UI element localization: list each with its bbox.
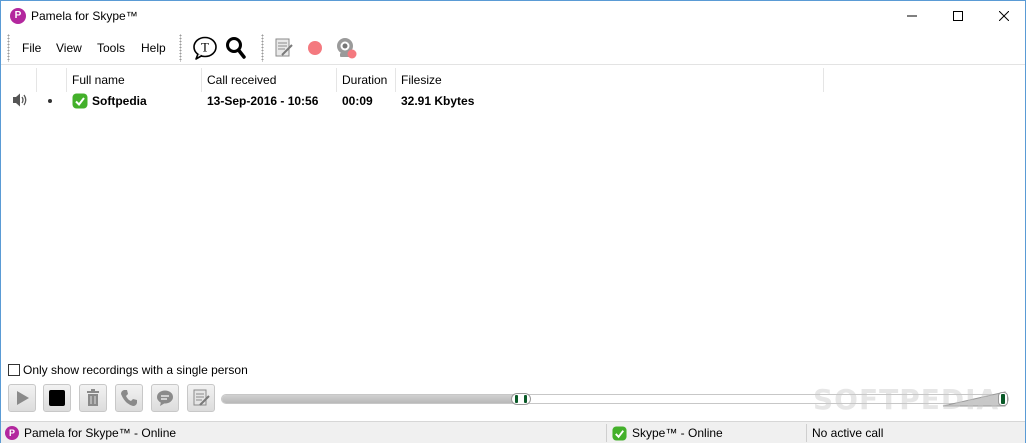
recordings-table: Full name Call received Duration Filesiz…	[1, 68, 1025, 358]
column-header-play[interactable]	[1, 68, 37, 92]
chat-icon	[157, 390, 173, 406]
stop-icon	[49, 390, 65, 406]
skype-online-icon	[612, 425, 627, 441]
column-header-full-name[interactable]: Full name	[67, 68, 202, 92]
notes-icon	[193, 389, 210, 406]
play-icon	[17, 391, 29, 405]
skype-status: Skype™ - Online	[612, 422, 723, 443]
close-button[interactable]	[981, 1, 1026, 31]
call-button[interactable]	[115, 384, 143, 412]
menu-file[interactable]: File	[22, 31, 41, 65]
webcam-record-icon[interactable]	[333, 36, 359, 60]
volume-handle[interactable]	[998, 392, 1008, 406]
phone-icon	[121, 390, 137, 406]
trash-icon	[87, 389, 99, 406]
playback-progress-fill	[222, 395, 521, 403]
toolbar-grip[interactable]	[261, 34, 264, 62]
delete-button[interactable]	[79, 384, 107, 412]
chat-button[interactable]	[151, 384, 179, 412]
playback-position-handle[interactable]	[511, 393, 531, 405]
menu-help[interactable]: Help	[141, 31, 166, 65]
table-header: Full name Call received Duration Filesiz…	[1, 68, 825, 92]
stop-button[interactable]	[43, 384, 71, 412]
column-header-duration[interactable]: Duration	[337, 68, 396, 92]
table-row[interactable]: Softpedia 13-Sep-2016 - 10:56 00:09 32.9…	[1, 92, 825, 110]
single-person-filter[interactable]: Only show recordings with a single perso…	[8, 363, 248, 377]
cell-full-name: Softpedia	[92, 94, 147, 108]
call-status-text: No active call	[812, 426, 884, 440]
close-icon	[999, 11, 1009, 21]
notes-button[interactable]	[187, 384, 215, 412]
app-window: P Pamela for Skype™ File View Tools Help…	[0, 0, 1026, 443]
svg-text:T: T	[201, 40, 209, 55]
single-person-checkbox[interactable]	[8, 364, 20, 376]
menu-view[interactable]: View	[56, 31, 82, 65]
title-bar: P Pamela for Skype™	[1, 1, 1025, 31]
maximize-button[interactable]	[935, 1, 981, 31]
cell-call-received: 13-Sep-2016 - 10:56	[207, 94, 319, 108]
bullet-icon	[47, 92, 53, 110]
search-icon[interactable]	[223, 36, 249, 60]
minimize-button[interactable]	[889, 1, 935, 31]
column-header-filesize[interactable]: Filesize	[396, 68, 824, 92]
minimize-icon	[907, 15, 917, 17]
status-divider	[606, 424, 607, 442]
skype-status-text: Skype™ - Online	[632, 426, 723, 440]
play-button[interactable]	[8, 384, 36, 412]
toolbar-grip[interactable]	[7, 34, 10, 62]
chat-bubble-t-icon[interactable]: T	[192, 36, 218, 60]
pamela-logo-icon: P	[10, 8, 26, 24]
window-title: Pamela for Skype™	[31, 9, 138, 23]
app-status-text: Pamela for Skype™ - Online	[24, 426, 177, 440]
status-divider	[806, 424, 807, 442]
cell-filesize: 32.91 Kbytes	[401, 94, 475, 108]
toolbar-grip[interactable]	[179, 34, 182, 62]
softpedia-watermark: SOFTPEDIA	[813, 383, 1000, 416]
column-header-call-received[interactable]: Call received	[202, 68, 337, 92]
speaker-icon[interactable]	[11, 92, 29, 110]
notes-icon[interactable]	[271, 36, 297, 60]
app-status: P Pamela for Skype™ - Online	[5, 422, 176, 443]
online-status-icon	[72, 93, 88, 111]
menu-tools[interactable]: Tools	[97, 31, 125, 65]
column-header-status[interactable]	[37, 68, 67, 92]
single-person-checkbox-label[interactable]: Only show recordings with a single perso…	[23, 363, 248, 377]
record-icon[interactable]	[302, 36, 328, 60]
cell-duration: 00:09	[342, 94, 373, 108]
pamela-logo-icon: P	[5, 426, 19, 440]
maximize-icon	[953, 11, 963, 21]
toolbar: File View Tools Help T	[1, 31, 1025, 65]
call-status: No active call	[812, 422, 883, 443]
status-bar: P Pamela for Skype™ - Online Skype™ - On…	[1, 421, 1025, 443]
